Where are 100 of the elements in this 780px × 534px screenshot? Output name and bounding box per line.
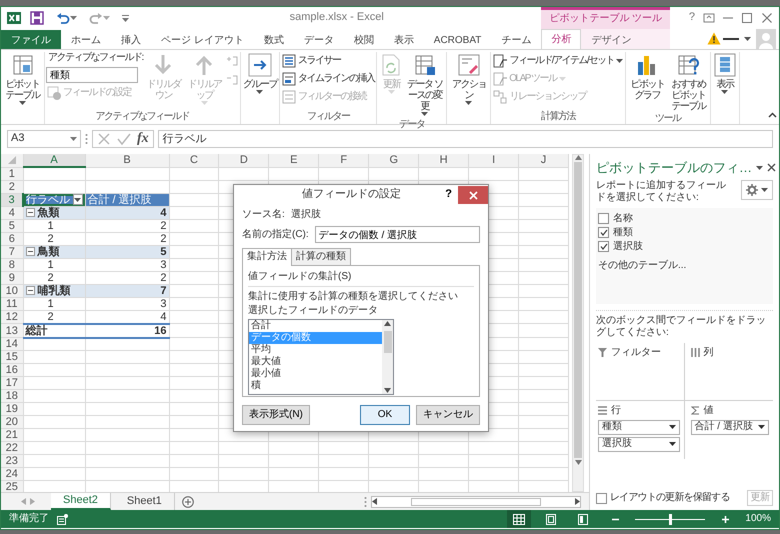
formula-table-icon [493, 54, 508, 68]
ok-button[interactable]: OK [360, 405, 410, 425]
more-tables-link[interactable]: その他のテーブル... [598, 260, 771, 272]
column-header: I [468, 154, 519, 167]
group-label: アクティブなフィールド [94, 111, 190, 124]
ribbon-button[interactable]: データ ソースの変更 [404, 52, 446, 119]
ribbon-tab[interactable]: ページ レイアウト [151, 30, 254, 49]
ribbon-button[interactable]: ピボットグラフ [626, 52, 668, 102]
row-number: 14 [1, 338, 23, 350]
sheet-tab[interactable]: Sheet2 [51, 493, 111, 510]
ribbon-tab[interactable]: 分析 [541, 29, 582, 49]
list-item[interactable]: 最大値 [249, 356, 382, 368]
ribbon-tab[interactable]: 校閲 [344, 30, 384, 49]
scroll-thumb[interactable] [384, 331, 392, 353]
function-list[interactable]: 合計 データの個数 平均 最大値 最小値 積 [248, 319, 394, 395]
table-cell: 3 [85, 297, 169, 310]
settings-button[interactable] [741, 180, 773, 200]
ribbon-button[interactable]: おすすめピボットテーブル [668, 52, 709, 113]
ribbon-tab[interactable]: ファイル [1, 30, 61, 49]
row-number: 20 [1, 416, 23, 428]
ribbon-button[interactable]: グループ [242, 52, 278, 97]
close-button[interactable] [458, 186, 488, 204]
name-input[interactable]: データの個数 / 選択肢 [314, 226, 480, 243]
active-field-input[interactable]: 種類 [46, 67, 138, 83]
caret-icon [668, 442, 676, 446]
save-icon [30, 11, 44, 25]
field-name[interactable]: 選択肢 [613, 240, 643, 253]
slicer-icon [282, 54, 296, 68]
list-item[interactable]: 積 [249, 380, 382, 392]
field-dropdown[interactable]: 種類 [598, 420, 680, 435]
scroll-thumb[interactable] [574, 162, 582, 458]
checkbox[interactable] [598, 241, 609, 252]
ribbon-tab[interactable]: チーム [491, 30, 542, 49]
close-button[interactable] [767, 163, 776, 172]
ribbon-tab[interactable]: 挿入 [111, 30, 151, 49]
list-item[interactable]: 合計 [249, 320, 382, 332]
ribbon-tab[interactable]: ホーム [61, 30, 111, 49]
row-number: 10 [1, 284, 23, 297]
field-dropdown[interactable]: 選択肢 [598, 436, 680, 452]
checkbox[interactable] [598, 213, 609, 224]
caret-icon [668, 425, 676, 430]
row-number: 23 [1, 454, 23, 468]
column-header: H [418, 154, 469, 167]
scroll-thumb[interactable] [411, 498, 541, 506]
horizontal-scrollbar[interactable] [371, 496, 581, 508]
filter-icon [598, 348, 607, 358]
collapse-lines-icon [226, 74, 238, 86]
dialog-tab[interactable]: 計算の種類 [291, 248, 351, 265]
dialog-button[interactable]: キャンセル [416, 405, 480, 425]
customize-icon [122, 14, 129, 22]
field-dropdown[interactable]: 合計 / 選択肢 [690, 420, 769, 435]
dialog-button[interactable]: 表示形式(N) [242, 405, 310, 425]
row-number: 3 [1, 193, 23, 206]
column-header: B [85, 154, 169, 167]
row-number: 21 [1, 428, 23, 442]
checkbox-label[interactable]: レイアウトの更新を保留する [610, 492, 730, 504]
row-number: 8 [1, 258, 23, 271]
section-title: 値フィールドの集計(S) [248, 271, 474, 287]
ribbon-button[interactable]: フィールド/アイテム/セット [492, 52, 624, 69]
pane-options-button[interactable] [756, 166, 763, 170]
table-question-icon [676, 53, 700, 77]
field-name[interactable]: 種類 [613, 226, 633, 239]
ribbon-tab[interactable]: データ [294, 30, 344, 49]
caret-icon [70, 137, 77, 141]
ribbon-tab[interactable]: 数式 [254, 30, 294, 49]
drag-hint: 次のボックス間でフィールドをドラッグしてください: [596, 310, 773, 339]
ribbon-button[interactable]: アクション [448, 52, 490, 108]
view-button[interactable] [507, 510, 532, 528]
insert-function-button[interactable]: fx [137, 131, 149, 147]
help-button[interactable]: ? [686, 8, 698, 28]
list-scrollbar[interactable] [382, 320, 393, 394]
list-item[interactable]: 最小値 [249, 368, 382, 380]
dialog-tab[interactable]: 集計方法 [242, 248, 292, 266]
list-item[interactable]: 平均 [249, 344, 382, 356]
column-header: G [368, 154, 419, 167]
sigma-icon [690, 406, 700, 416]
ribbon-button[interactable]: スライサー [280, 52, 376, 69]
ribbon-button[interactable]: 表示 [712, 52, 738, 97]
vertical-scrollbar[interactable] [572, 154, 584, 492]
checkbox[interactable] [598, 227, 609, 238]
help-button[interactable]: ? [439, 188, 458, 202]
ribbon-button[interactable]: タイムラインの挿入 [280, 70, 376, 87]
checkbox[interactable] [596, 492, 607, 504]
name-box[interactable]: A3 [7, 130, 81, 148]
row-number: 24 [1, 468, 23, 480]
filter-dropdown-button[interactable] [73, 194, 82, 205]
ribbon-button[interactable]: ピボットテーブル [2, 52, 43, 108]
row-number: 5 [1, 219, 23, 232]
row-label: 哺乳類 [38, 284, 70, 296]
formula-field[interactable]: 行ラベル [158, 130, 773, 148]
gear-icon [746, 184, 758, 196]
slider-thumb[interactable] [669, 514, 672, 524]
field-name[interactable]: 名称 [613, 212, 633, 225]
caret-icon [70, 16, 77, 20]
info-table-icon [47, 86, 61, 100]
row-number: 11 [1, 297, 23, 310]
ribbon-tab[interactable]: ACROBAT [424, 30, 492, 49]
dash-icon [723, 38, 739, 40]
ribbon-tab[interactable]: 表示 [384, 30, 424, 49]
plus-circle-icon [182, 496, 194, 508]
